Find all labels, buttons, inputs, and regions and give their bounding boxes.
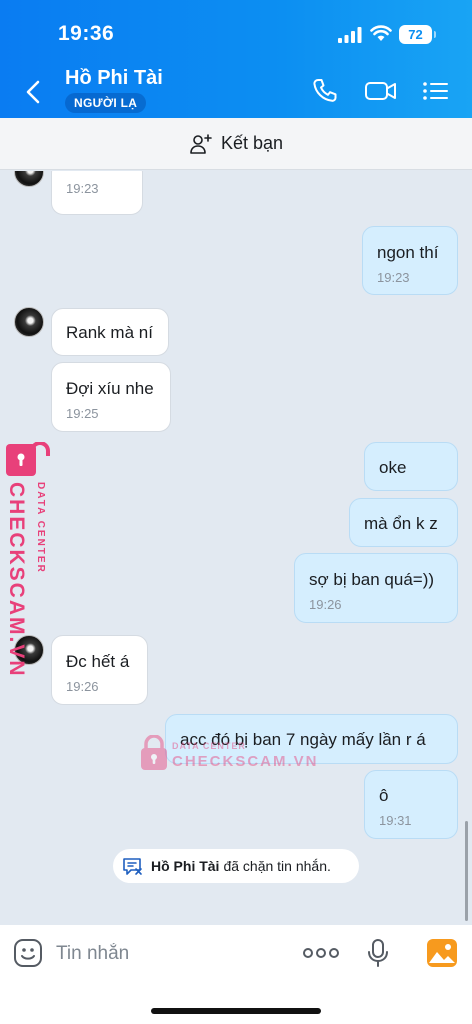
video-call-icon[interactable] — [364, 76, 398, 106]
contact-avatar[interactable] — [14, 171, 44, 187]
watermark-lock-icon — [6, 442, 50, 476]
watermark-sub: DATA CENTER — [172, 741, 246, 751]
chat-scrollbar[interactable] — [465, 821, 468, 921]
back-icon[interactable] — [22, 78, 46, 106]
contact-name[interactable]: Hồ Phi Tài — [65, 67, 163, 90]
message-time: 19:23 — [377, 270, 410, 285]
add-friend-icon — [190, 133, 212, 154]
blocked-message-icon — [123, 858, 142, 875]
message-time: 19:26 — [66, 679, 99, 694]
message-text: Có — [66, 171, 88, 176]
message-bubble-incoming[interactable]: Đợi xíu nhe 19:25 — [51, 362, 171, 432]
blocked-notice-text: đã chặn tin nhắn. — [223, 858, 331, 874]
message-time: 19:25 — [66, 406, 99, 421]
message-time: 19:26 — [309, 597, 342, 612]
status-bar: 19:36 72 — [0, 0, 472, 60]
status-time: 19:36 — [58, 22, 115, 45]
message-bubble-outgoing[interactable]: mà ổn k z — [349, 498, 458, 547]
add-friend-bar[interactable]: Kết bạn — [0, 118, 472, 170]
message-text: ngon thí — [377, 243, 439, 262]
message-bubble-incoming[interactable]: Có 19:23 — [51, 171, 143, 215]
message-bubble-outgoing[interactable]: oke — [364, 442, 458, 491]
message-text: Rank mà ní — [66, 323, 153, 342]
watermark-brand: CHECKSCAM.VN — [5, 482, 28, 678]
image-gallery-icon[interactable] — [426, 938, 458, 968]
watermark-vertical: CHECKSCAM.VN DATA CENTER — [5, 442, 50, 678]
battery-cap — [434, 31, 436, 38]
watermark-sub: DATA CENTER — [35, 482, 46, 574]
cellular-signal-icon — [338, 27, 362, 43]
battery-level: 72 — [399, 25, 432, 44]
microphone-icon[interactable] — [366, 938, 390, 968]
sticker-emoji-icon[interactable] — [13, 938, 43, 968]
blocked-notice: Hồ Phi Tài đã chặn tin nhắn. — [113, 849, 359, 883]
menu-list-icon[interactable] — [422, 76, 450, 106]
phone-icon[interactable] — [310, 76, 340, 106]
home-indicator — [151, 1008, 321, 1014]
stranger-badge: NGƯỜI LẠ — [65, 93, 147, 113]
message-input[interactable] — [56, 938, 286, 970]
message-time: 19:31 — [379, 813, 412, 828]
message-bubble-outgoing[interactable]: ngon thí 19:23 — [362, 226, 458, 295]
blocked-notice-name: Hồ Phi Tài — [151, 858, 220, 874]
message-text: oke — [379, 458, 407, 477]
message-bubble-outgoing[interactable]: sợ bị ban quá=)) 19:26 — [294, 553, 458, 623]
contact-avatar[interactable] — [14, 307, 44, 337]
watermark-brand: CHECKSCAM.VN — [172, 753, 319, 770]
add-friend-label: Kết bạn — [220, 133, 284, 153]
message-bubble-outgoing[interactable]: ô 19:31 — [364, 770, 458, 839]
message-bubble-incoming[interactable]: Đc hết á 19:26 — [51, 635, 148, 705]
chat-header: 19:36 72 Hồ Phi Tài NGƯỜI LẠ — [0, 0, 472, 118]
watermark-lock-icon — [141, 735, 167, 770]
message-list[interactable]: Có 19:23 ngon thí 19:23 Rank mà ní Đợi x… — [0, 171, 472, 925]
message-text: ô — [379, 786, 389, 805]
message-text: mà ổn k z — [364, 514, 438, 533]
more-options-icon[interactable] — [303, 945, 339, 961]
message-time: 19:23 — [66, 181, 99, 196]
message-bubble-incoming[interactable]: Rank mà ní — [51, 308, 169, 356]
wifi-icon — [370, 25, 392, 41]
message-text: Đợi xíu nhe — [66, 379, 154, 398]
message-text: Đc hết á — [66, 652, 130, 671]
message-input-bar — [0, 925, 472, 1024]
watermark-horizontal: DATA CENTER CHECKSCAM.VN — [140, 735, 317, 775]
message-text: sợ bị ban quá=)) — [309, 570, 435, 589]
